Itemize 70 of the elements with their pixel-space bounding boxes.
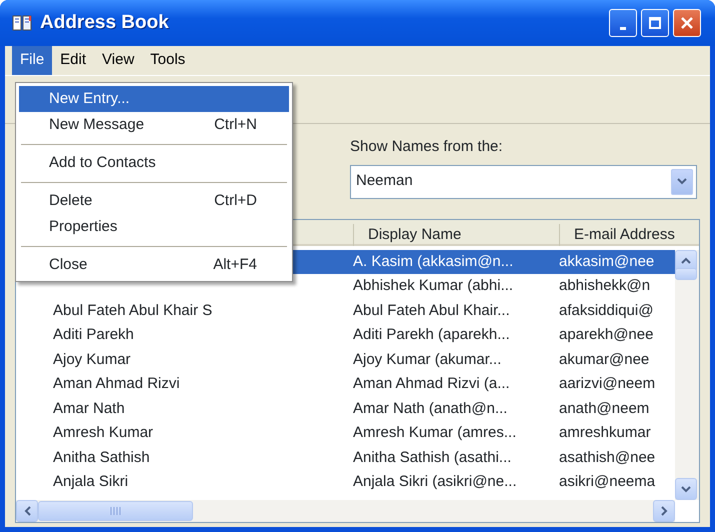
contact-row[interactable]: Amresh Kumar Amresh Kumar (amres... amreshkumar: [16, 421, 675, 446]
maximize-button[interactable]: [641, 9, 669, 37]
scrollbar-thumb[interactable]: [675, 268, 697, 280]
scroll-right-button[interactable]: [653, 500, 675, 522]
close-icon: [680, 16, 694, 30]
column-header[interactable]: Display Name: [353, 224, 559, 246]
contact-row[interactable]: Aditi Parekh Aditi Parekh (aparekh... aparekh@nee: [16, 323, 675, 348]
menu-item[interactable]: Delete Ctrl+D: [19, 188, 289, 214]
menu-item[interactable]: New Entry...: [19, 86, 289, 112]
table-cell: Anitha Sathish: [53, 448, 150, 466]
table-cell: Anitha Sathish (asathi...: [353, 448, 512, 466]
menu-item[interactable]: Edit: [52, 46, 94, 75]
table-cell: akkasim@nee: [559, 252, 654, 270]
table-cell: Abhishek Kumar (abhi...: [353, 277, 514, 294]
table-cell: Aman Ahmad Rizvi: [53, 375, 180, 392]
scroll-left-button[interactable]: [16, 500, 38, 522]
field-label: Show Names from the:: [350, 137, 504, 157]
chevron-down-icon: [676, 178, 688, 186]
menu-item[interactable]: Add to Contacts: [19, 150, 289, 176]
table-cell: asikri@neema: [559, 473, 656, 490]
book-icon: [12, 14, 32, 32]
table-cell: aarizvi@neem: [559, 375, 656, 392]
table-cell: anath@neem: [559, 400, 650, 416]
table-cell: Aditi Parekh (aparekh...: [353, 326, 510, 343]
chevron-left-icon: [24, 506, 30, 516]
column-header[interactable]: E-mail Address: [559, 224, 699, 246]
menu-item[interactable]: View: [94, 46, 142, 75]
maximize-icon: [648, 16, 662, 30]
contact-row[interactable]: Anitha Sathish Anitha Sathish (asathi... asathish@nee: [16, 446, 675, 470]
table-cell: Abul Fateh Abul Khair S: [53, 302, 212, 318]
shortcut-label: Ctrl+N: [214, 114, 257, 135]
table-cell: asathish@nee: [559, 448, 656, 466]
menu-item[interactable]: Tools: [142, 46, 194, 75]
table-cell: Ajoy Kumar: [53, 350, 131, 368]
table-cell: amreshkumar: [559, 424, 651, 441]
minimize-button[interactable]: [609, 9, 637, 37]
table-cell: akumar@nee: [559, 350, 650, 368]
table-cell: Anjala Sikri (asikri@ne...: [353, 473, 517, 490]
window-title: Address Book: [40, 10, 169, 35]
table-cell: Aman Ahmad Rizvi (a...: [353, 375, 510, 392]
contact-row[interactable]: Abul Fateh Abul Khair S Abul Fateh Abul Khair... afaksiddiqui@: [16, 298, 675, 323]
scroll-down-button[interactable]: [675, 478, 697, 500]
menu-item[interactable]: New Message Ctrl+N: [19, 112, 289, 138]
shortcut-label: Alt+F4: [213, 254, 257, 275]
table-cell: Ajoy Kumar (akumar...: [353, 350, 502, 368]
table-cell: Amar Nath (anath@n...: [353, 400, 508, 416]
shortcut-label: Ctrl+D: [214, 190, 257, 211]
scrollbar-thumb[interactable]: [38, 501, 193, 521]
table-cell: Abul Fateh Abul Khair...: [353, 302, 510, 318]
menu-item[interactable]: Properties: [19, 214, 289, 240]
chevron-up-icon: [681, 257, 691, 264]
contact-row[interactable]: Anjala Sikri Anjala Sikri (asikri@ne... asikri@neema: [16, 470, 675, 494]
table-cell: Aditi Parekh: [53, 326, 134, 343]
chevron-right-icon: [660, 506, 668, 516]
table-cell: Amar Nath: [53, 400, 125, 416]
address-book-dropdown[interactable]: Neeman: [350, 164, 697, 198]
chevron-down-icon: [681, 486, 691, 492]
table-cell: A. Kasim (akkasim@n...: [353, 252, 514, 270]
menu-item[interactable]: File: [12, 46, 52, 75]
table-cell: aparekh@nee: [559, 326, 654, 343]
close-button[interactable]: [673, 9, 701, 37]
table-cell: Amresh Kumar (amres...: [353, 424, 516, 441]
minimize-icon: [619, 26, 627, 30]
contact-row[interactable]: Aman Ahmad Rizvi Aman Ahmad Rizvi (a... aarizvi@neem: [16, 372, 675, 396]
table-cell: afaksiddiqui@: [559, 302, 654, 318]
table-cell: Amresh Kumar: [53, 424, 154, 441]
contact-row[interactable]: Amar Nath Amar Nath (anath@n... anath@neem: [16, 396, 675, 421]
contact-row[interactable]: Ajoy Kumar Ajoy Kumar (akumar... akumar@nee: [16, 348, 675, 372]
table-cell: Anjala Sikri: [53, 473, 128, 490]
table-cell: abhishekk@n: [559, 277, 650, 294]
